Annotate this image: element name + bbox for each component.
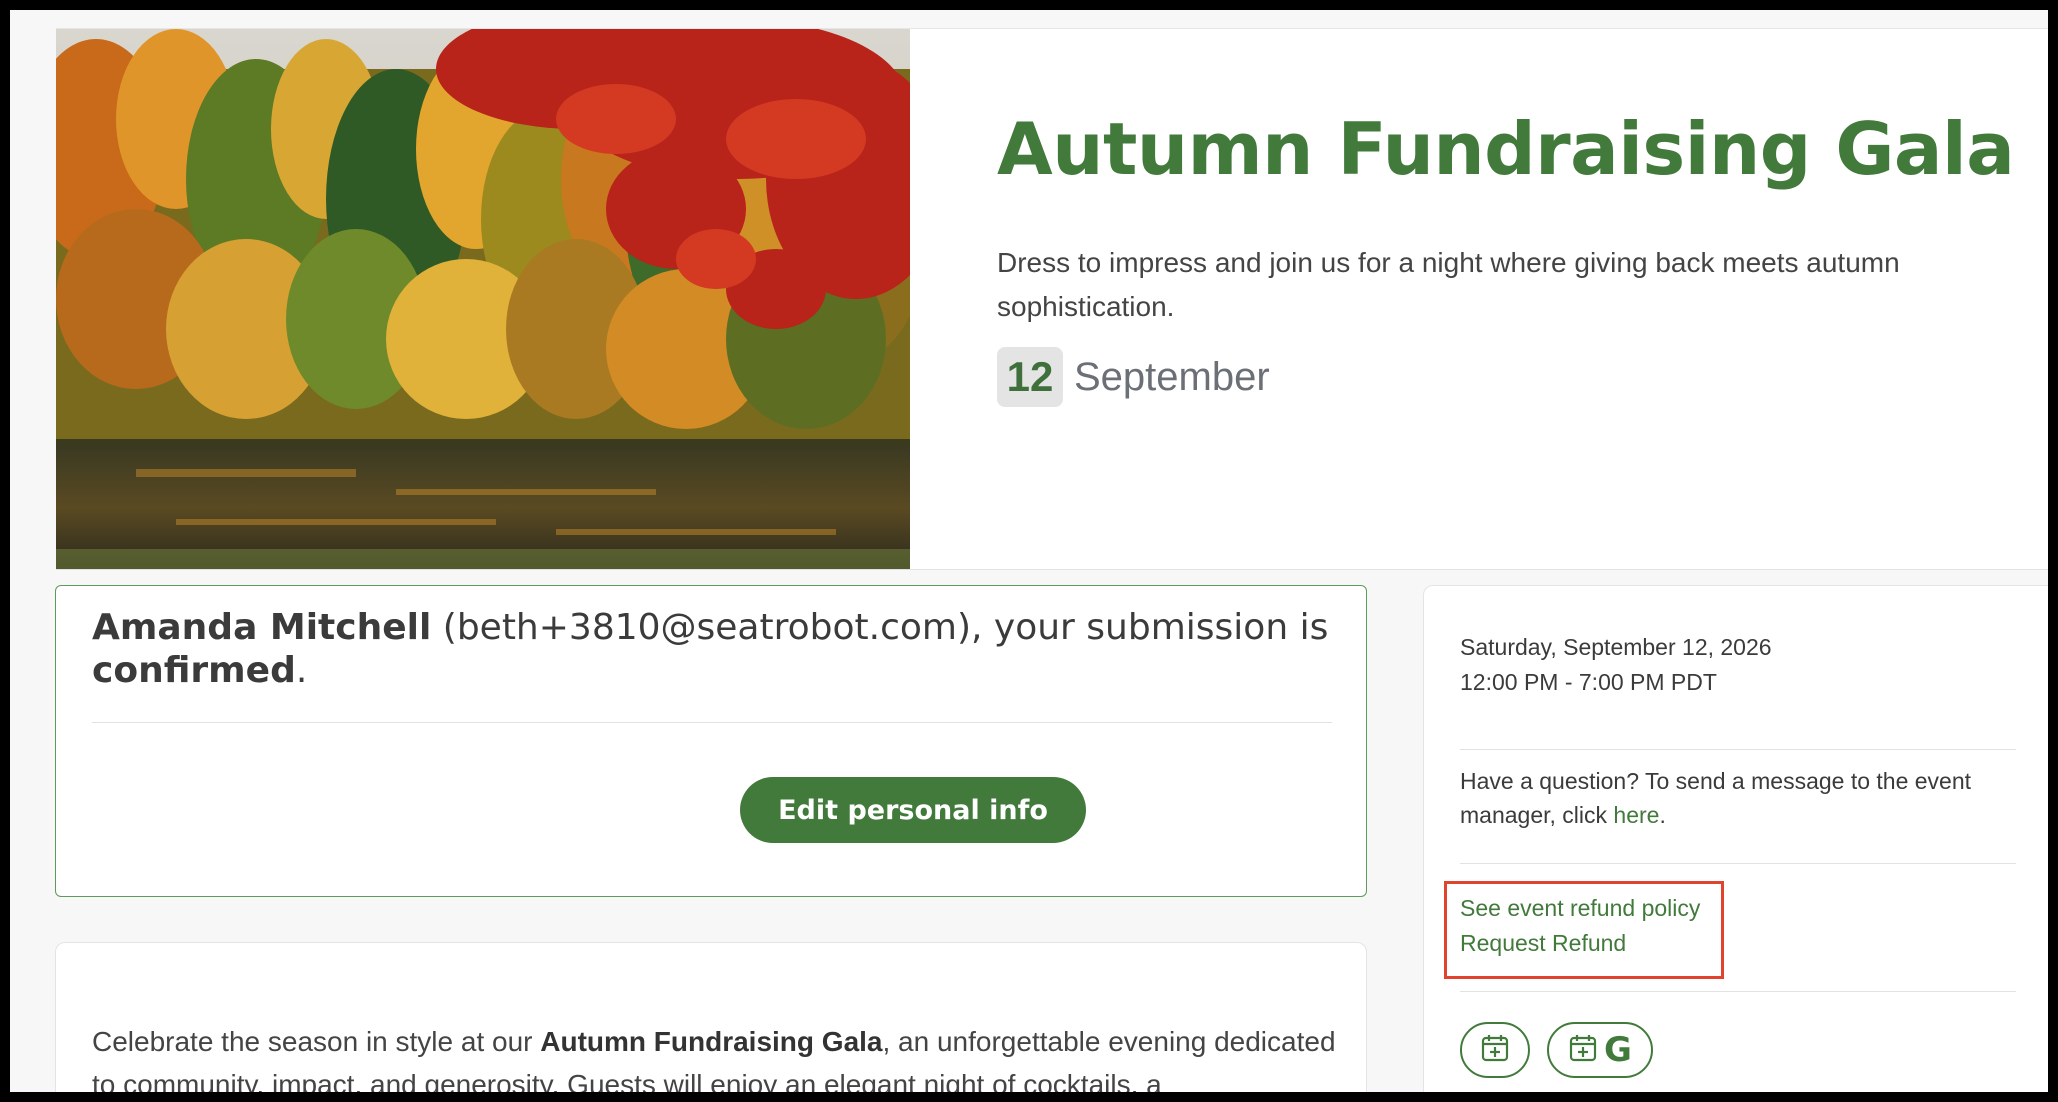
event-day: 12 [997, 347, 1063, 407]
event-datetime: Saturday, September 12, 2026 12:00 PM - 7… [1460, 630, 1772, 700]
confirmation-status: confirmed [92, 650, 296, 691]
event-details-text: Celebrate the season in style at our Aut… [92, 1020, 1342, 1092]
event-month: September [1074, 354, 1270, 399]
edit-personal-info-button[interactable]: Edit personal info [740, 777, 1086, 843]
page: Autumn Fundraising Gala Dress to impress… [10, 10, 2048, 1092]
event-sidebar: Saturday, September 12, 2026 12:00 PM - 7… [1423, 585, 2048, 1092]
contact-question-end: . [1659, 802, 1666, 828]
event-hero: Autumn Fundraising Gala Dress to impress… [56, 28, 2048, 570]
add-to-google-calendar-button[interactable]: G [1547, 1022, 1653, 1078]
event-details-card: Celebrate the season in style at our Aut… [55, 942, 1367, 1092]
refund-policy-link[interactable]: See event refund policy [1460, 895, 1700, 922]
event-date-line: Saturday, September 12, 2026 [1460, 634, 1772, 660]
divider [1460, 991, 2016, 992]
google-logo-icon: G [1604, 1030, 1632, 1070]
divider [1460, 749, 2016, 750]
contact-question-text: Have a question? To send a message to th… [1460, 768, 1972, 828]
calendar-add-icon [1480, 1033, 1510, 1068]
confirmation-period: . [295, 650, 308, 691]
contact-here-link[interactable]: here [1613, 802, 1659, 828]
refund-links-highlight: See event refund policy Request Refund [1444, 881, 1724, 979]
calendar-add-icon [1568, 1033, 1598, 1068]
details-intro: Celebrate the season in style at our [92, 1026, 541, 1057]
request-refund-link[interactable]: Request Refund [1460, 930, 1626, 957]
event-description: Dress to impress and join us for a night… [997, 247, 1900, 322]
divider [92, 722, 1332, 723]
event-time-line: 12:00 PM - 7:00 PM PDT [1460, 669, 1717, 695]
details-event-name: Autumn Fundraising Gala [540, 1026, 883, 1057]
confirmation-card: Amanda Mitchell (beth+3810@seatrobot.com… [55, 585, 1367, 897]
divider [1460, 863, 2016, 864]
attendee-name: Amanda Mitchell [92, 607, 432, 648]
attendee-email-text: (beth+3810@seatrobot.com), your submissi… [431, 607, 1329, 648]
add-to-calendar-button[interactable] [1460, 1022, 1530, 1078]
contact-manager-text: Have a question? To send a message to th… [1460, 764, 2000, 832]
event-date-badge: 12 September [997, 347, 1270, 407]
confirmation-message: Amanda Mitchell (beth+3810@seatrobot.com… [92, 606, 1332, 692]
event-cover-image [56, 29, 910, 569]
event-title: Autumn Fundraising Gala [997, 107, 2015, 191]
